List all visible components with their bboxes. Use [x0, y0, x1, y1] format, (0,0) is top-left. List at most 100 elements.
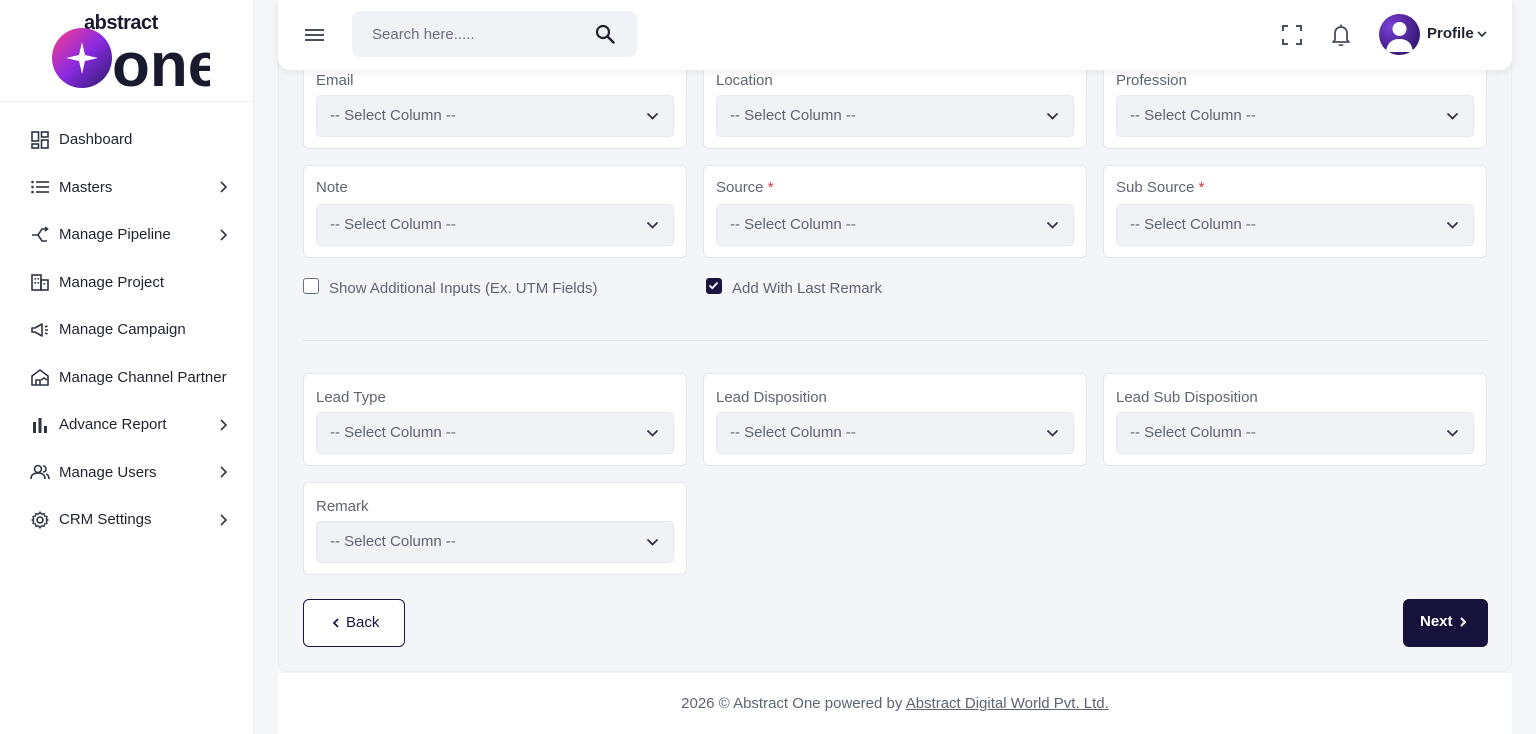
field-label: Lead Type — [316, 389, 386, 406]
dashboard-icon — [30, 130, 50, 150]
sidebar-item-manage-pipeline[interactable]: Manage Pipeline — [0, 211, 253, 259]
chevron-down-icon — [1046, 429, 1059, 437]
show-additional-inputs-label[interactable]: Show Additional Inputs (Ex. UTM Fields) — [329, 280, 597, 297]
back-button[interactable]: Back — [303, 599, 405, 647]
field-label: Lead Sub Disposition — [1116, 389, 1258, 406]
avatar[interactable] — [1379, 14, 1420, 55]
sidebar-item-advance-report[interactable]: Advance Report — [0, 401, 253, 449]
footer-copyright: 2026 © Abstract One powered by — [681, 695, 903, 712]
field-card-remark: Remark -- Select Column -- — [303, 482, 687, 575]
sidebar-item-label: Manage Users — [59, 463, 157, 481]
email-column-select[interactable]: -- Select Column -- — [316, 95, 674, 137]
chevron-right-icon — [220, 466, 228, 478]
select-value: -- Select Column -- — [730, 424, 856, 441]
field-label: Note — [316, 179, 348, 196]
field-card-note: Note -- Select Column -- — [303, 165, 687, 258]
sidebar-nav: Dashboard Masters Manage Pipeline Manage… — [0, 102, 253, 544]
location-column-select[interactable]: -- Select Column -- — [716, 95, 1074, 137]
sidebar-item-label: Masters — [59, 178, 113, 196]
chevron-down-icon — [646, 429, 659, 437]
gear-icon — [30, 510, 50, 530]
field-label: Sub Source * — [1116, 179, 1205, 196]
field-card-source: Source * -- Select Column -- — [703, 165, 1087, 258]
back-button-label: Back — [346, 614, 380, 631]
sub-source-column-select[interactable]: -- Select Column -- — [1116, 204, 1474, 246]
sidebar-item-crm-settings[interactable]: CRM Settings — [0, 496, 253, 544]
select-value: -- Select Column -- — [330, 424, 456, 441]
sidebar-item-label: Manage Project — [59, 273, 165, 291]
chevron-down-icon — [646, 221, 659, 229]
field-label: Profession — [1116, 72, 1187, 89]
field-label: Location — [716, 72, 773, 89]
required-mark: * — [1198, 179, 1205, 196]
hamburger-menu-icon[interactable] — [304, 25, 326, 45]
section-divider — [303, 340, 1488, 341]
chevron-right-icon — [220, 419, 228, 431]
sidebar-item-manage-campaign[interactable]: Manage Campaign — [0, 306, 253, 354]
select-value: -- Select Column -- — [1130, 107, 1256, 124]
sidebar-item-label: Advance Report — [59, 416, 167, 434]
chevron-down-icon — [1446, 112, 1459, 120]
chevron-right-icon — [1460, 617, 1467, 627]
bell-icon[interactable] — [1330, 23, 1352, 47]
chevron-right-icon — [220, 229, 228, 241]
search-icon[interactable] — [595, 24, 615, 44]
fullscreen-icon[interactable] — [1281, 24, 1303, 46]
search-input[interactable] — [372, 23, 582, 45]
bar-chart-icon — [30, 415, 50, 435]
field-label: Email — [316, 72, 354, 89]
footer-company-link[interactable]: Abstract Digital World Pvt. Ltd. — [906, 695, 1109, 712]
field-card-sub-source: Sub Source * -- Select Column -- — [1103, 165, 1487, 258]
check-icon — [708, 281, 719, 290]
source-column-select[interactable]: -- Select Column -- — [716, 204, 1074, 246]
select-value: -- Select Column -- — [730, 216, 856, 233]
sidebar-item-manage-users[interactable]: Manage Users — [0, 449, 253, 497]
show-additional-inputs-checkbox[interactable] — [303, 278, 319, 294]
chevron-down-icon — [1446, 221, 1459, 229]
field-label: Lead Disposition — [716, 389, 827, 406]
field-card-lead-type: Lead Type -- Select Column -- — [303, 373, 687, 466]
select-value: -- Select Column -- — [330, 216, 456, 233]
select-value: -- Select Column -- — [330, 107, 456, 124]
chevron-down-icon — [646, 112, 659, 120]
brand-one-logo: one — [52, 28, 210, 90]
sidebar-item-label: Dashboard — [59, 131, 133, 149]
sidebar-item-label: Manage Pipeline — [59, 226, 171, 244]
note-column-select[interactable]: -- Select Column -- — [316, 204, 674, 246]
sidebar-item-manage-channel-partner[interactable]: Manage Channel Partner — [0, 354, 253, 402]
profession-column-select[interactable]: -- Select Column -- — [1116, 95, 1474, 137]
chevron-left-icon — [332, 618, 339, 628]
profile-label[interactable]: Profile — [1427, 25, 1474, 42]
sidebar-item-manage-project[interactable]: Manage Project — [0, 259, 253, 307]
sidebar-item-masters[interactable]: Masters — [0, 164, 253, 212]
select-value: -- Select Column -- — [1130, 424, 1256, 441]
chevron-down-icon — [646, 538, 659, 546]
building-icon — [30, 272, 50, 292]
sidebar-item-label: CRM Settings — [59, 511, 152, 529]
add-last-remark-checkbox[interactable] — [706, 278, 722, 294]
field-label: Source * — [716, 179, 774, 196]
add-last-remark-label[interactable]: Add With Last Remark — [732, 280, 882, 297]
footer: 2026 © Abstract One powered by Abstract … — [278, 673, 1512, 734]
lead-type-column-select[interactable]: -- Select Column -- — [316, 412, 674, 454]
required-mark: * — [767, 179, 774, 196]
list-icon — [30, 177, 50, 197]
top-header: Profile — [278, 0, 1512, 70]
lead-sub-disposition-column-select[interactable]: -- Select Column -- — [1116, 412, 1474, 454]
partner-icon — [30, 367, 50, 387]
megaphone-icon — [30, 320, 50, 340]
remark-column-select[interactable]: -- Select Column -- — [316, 521, 674, 563]
chevron-down-icon[interactable] — [1477, 29, 1487, 39]
field-card-lead-sub-disposition: Lead Sub Disposition -- Select Column -- — [1103, 373, 1487, 466]
field-label: Remark — [316, 498, 369, 515]
lead-disposition-column-select[interactable]: -- Select Column -- — [716, 412, 1074, 454]
next-button-label: Next — [1420, 613, 1453, 630]
select-value: -- Select Column -- — [1130, 216, 1256, 233]
users-icon — [30, 462, 50, 482]
next-button[interactable]: Next — [1403, 599, 1488, 647]
svg-text:one: one — [112, 31, 210, 90]
sidebar-item-dashboard[interactable]: Dashboard — [0, 116, 253, 164]
sidebar: abstract one Dashboard Masters Manage Pi… — [0, 0, 254, 734]
brand-logo[interactable]: abstract one — [0, 0, 253, 102]
sidebar-item-label: Manage Campaign — [59, 321, 186, 339]
